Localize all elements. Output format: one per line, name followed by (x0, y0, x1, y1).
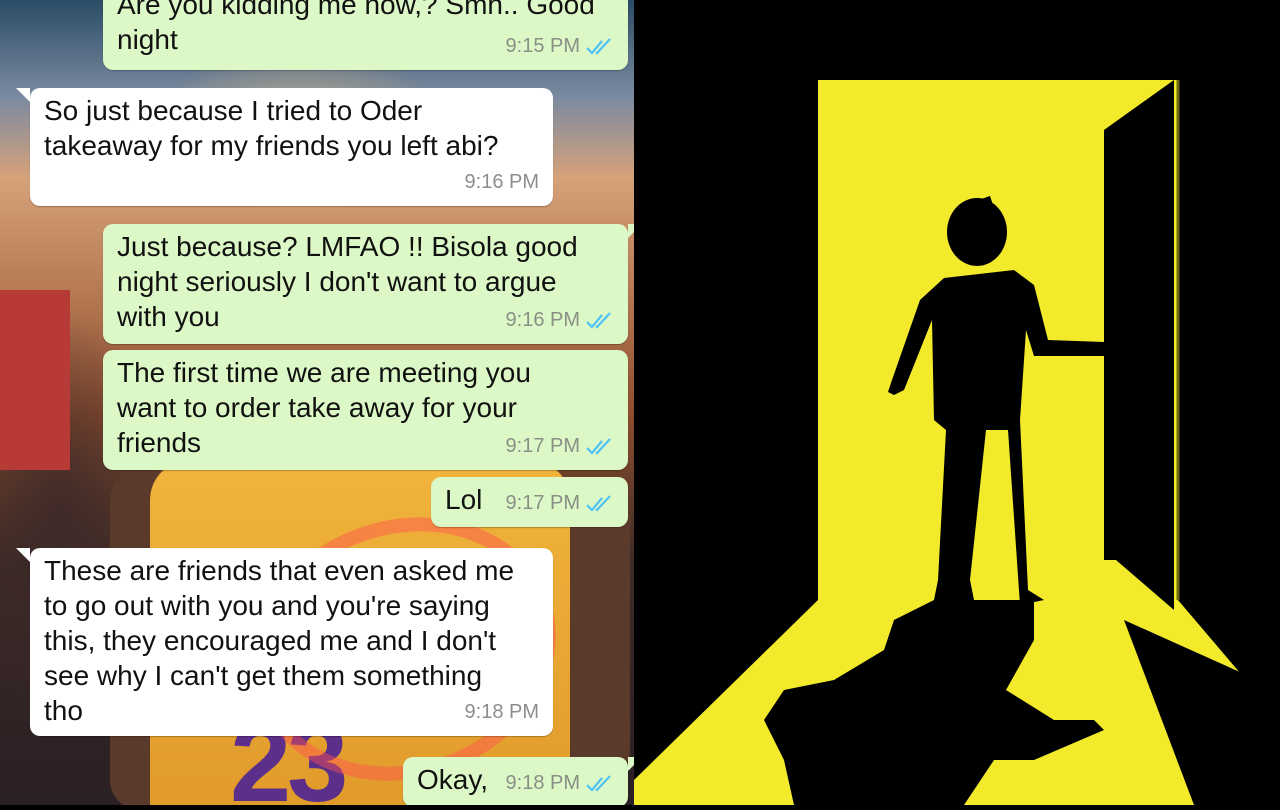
message-time: 9:16 PM (464, 171, 539, 193)
double-check-icon (586, 774, 611, 792)
message-bubble-incoming[interactable]: These are friends that even asked me to … (16, 548, 553, 736)
doorway-silhouette-illustration (634, 0, 1280, 805)
message-bubble-incoming[interactable]: So just because I tried to Oder takeaway… (16, 88, 553, 206)
message-bubble-outgoing[interactable]: Okay, 9:18 PM (403, 757, 634, 805)
message-bubble-outgoing[interactable]: Lol 9:17 PM (431, 477, 628, 527)
double-check-icon (586, 437, 611, 455)
background-decor (0, 290, 70, 470)
message-text: So just because I tried to Oder takeaway… (44, 95, 499, 161)
message-bubble-outgoing[interactable]: Are you kidding me now,? Smh.. Good nigh… (103, 0, 628, 70)
chat-screenshot: 23 Are you kidding me now,? Smh.. Good n… (0, 0, 634, 805)
double-check-icon (586, 494, 611, 512)
message-time: 9:18 PM (505, 772, 580, 794)
double-check-icon (586, 37, 611, 55)
message-bubble-outgoing[interactable]: The first time we are meeting you want t… (103, 350, 628, 470)
message-time: 9:17 PM (505, 435, 580, 457)
message-time: 9:16 PM (505, 309, 580, 331)
message-bubble-outgoing[interactable]: Just because? LMFAO !! Bisola good night… (103, 224, 634, 344)
silhouette-svg (634, 0, 1280, 805)
message-time: 9:17 PM (505, 492, 580, 514)
open-door (1104, 80, 1174, 610)
message-time: 9:18 PM (464, 701, 539, 723)
message-time: 9:15 PM (505, 35, 580, 57)
double-check-icon (586, 311, 611, 329)
